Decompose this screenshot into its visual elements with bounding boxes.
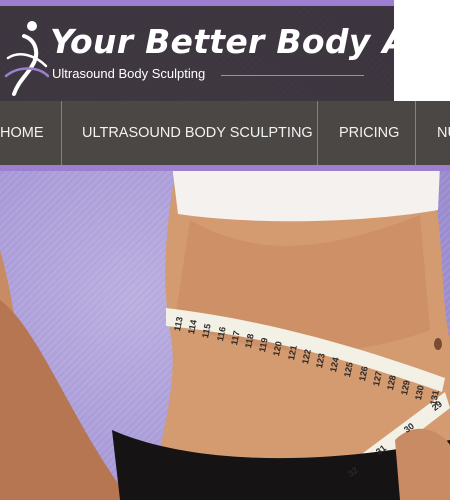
tape-number: 31 xyxy=(374,442,389,457)
tape-number: 128 xyxy=(385,374,398,392)
tape-number: 123 xyxy=(314,352,327,370)
tape-number: 120 xyxy=(271,340,285,357)
tape-number: 114 xyxy=(186,319,199,336)
nav-separator xyxy=(61,101,62,165)
tape-number: 117 xyxy=(228,329,242,346)
nav-item-pricing[interactable]: PRICING xyxy=(339,101,399,165)
header-white-area xyxy=(394,0,450,101)
header-accent-band xyxy=(0,4,394,6)
nav-item-ultrasound-body-sculpting[interactable]: ULTRASOUND BODY SCULPTING xyxy=(82,101,313,165)
tape-number: 129 xyxy=(399,379,413,397)
tape-number: 118 xyxy=(243,333,256,350)
site-title[interactable]: Your Better Body AZ xyxy=(50,22,432,61)
tape-number: 130 xyxy=(413,384,427,401)
tape-number: 116 xyxy=(214,325,228,343)
tape-number: 119 xyxy=(257,336,270,354)
tape-number: 124 xyxy=(328,356,342,374)
tape-number: 30 xyxy=(402,420,417,435)
nav-item-home[interactable]: HOME xyxy=(0,101,44,165)
nav-separator xyxy=(317,101,318,165)
tape-number: 125 xyxy=(342,360,356,378)
site-header: Your Better Body AZ Ultrasound Body Scul… xyxy=(0,4,432,101)
main-navigation: HOME ULTRASOUND BODY SCULPTING PRICING N… xyxy=(0,101,450,171)
nav-separator xyxy=(415,101,416,165)
tape-number: 121 xyxy=(285,344,299,361)
nav-item-partial[interactable]: NU xyxy=(437,101,450,165)
nav-accent-underline xyxy=(0,165,450,171)
tape-number: 122 xyxy=(299,348,313,365)
site-tagline: Ultrasound Body Sculpting xyxy=(52,66,206,81)
tape-number: 115 xyxy=(200,322,214,339)
tape-number: 113 xyxy=(172,315,185,333)
tape-number: 127 xyxy=(370,369,384,387)
tape-number: 32 xyxy=(346,464,361,479)
tape-number: 126 xyxy=(356,365,370,383)
figure-logo-icon[interactable] xyxy=(2,14,50,100)
tagline-divider xyxy=(221,75,364,76)
